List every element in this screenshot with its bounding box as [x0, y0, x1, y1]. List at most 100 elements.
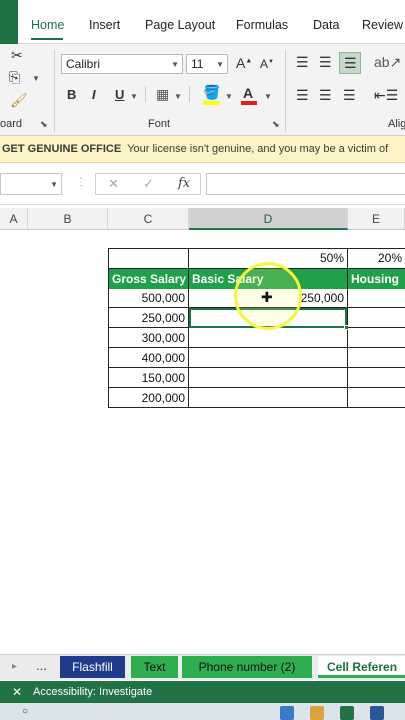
chevron-down-icon[interactable]: ▼	[171, 60, 179, 69]
formula-buttons: ✕ ✓ fx	[95, 173, 201, 195]
gross-salary-cell[interactable]: 400,000	[109, 348, 188, 368]
column-header-d[interactable]: D	[189, 208, 348, 230]
divider	[145, 86, 146, 102]
font-group-label: Font	[148, 118, 171, 130]
accessibility-status[interactable]: Accessibility: Investigate	[33, 681, 152, 703]
sheet-tab-text[interactable]: Text	[131, 656, 178, 678]
enter-icon[interactable]: ✓	[143, 176, 154, 192]
sheet-tab-phone-number[interactable]: Phone number (2)	[182, 656, 312, 678]
underline-dropdown-icon[interactable]: ▼	[130, 92, 138, 101]
align-bottom-icon: ☰	[344, 55, 357, 71]
fill-color-swatch	[203, 101, 219, 105]
cell-cursor-icon: ✚	[261, 289, 273, 305]
align-bottom-button[interactable]: ☰	[339, 52, 361, 74]
orientation-icon[interactable]: ab↗	[374, 55, 401, 69]
align-center-icon[interactable]: ☰	[319, 88, 332, 102]
alignment-group-label: Alig	[388, 118, 405, 130]
header-housing[interactable]: Housing	[348, 269, 405, 289]
decrease-indent-icon[interactable]: ⇤☰	[374, 88, 398, 102]
font-size-box[interactable]: 11 ▼	[186, 54, 228, 74]
gross-salary-cell[interactable]: 500,000	[109, 288, 188, 308]
column-header-e[interactable]: E	[348, 208, 405, 230]
increase-font-label: A	[236, 55, 246, 71]
message-text: Your license isn't genuine, and you may …	[127, 143, 389, 155]
group-separator	[54, 50, 55, 132]
font-color-dropdown-icon[interactable]: ▼	[264, 92, 272, 101]
taskbar-app-icon[interactable]	[370, 706, 384, 720]
tab-review[interactable]: Review	[362, 18, 403, 32]
column-header-b[interactable]: B	[28, 208, 108, 230]
basic-salary-cell[interactable]	[189, 348, 347, 368]
format-painter-icon[interactable]: 🖌	[10, 93, 28, 107]
font-color-swatch	[241, 101, 257, 105]
more-sheets-button[interactable]: ...	[36, 658, 47, 673]
font-size-value: 11	[191, 57, 204, 71]
basic-salary-cell[interactable]	[189, 368, 347, 388]
chevron-down-icon[interactable]: ▼	[216, 60, 224, 69]
tab-home[interactable]: Home	[31, 18, 64, 32]
license-message-bar: GET GENUINE OFFICE Your license isn't gen…	[0, 136, 405, 163]
gross-salary-cell[interactable]: 150,000	[109, 368, 188, 388]
group-separator	[285, 50, 286, 132]
font-name-box[interactable]: Calibri ▼	[61, 54, 183, 74]
scroll-tabs-icon[interactable]: ▸	[12, 661, 17, 672]
gross-salary-cell[interactable]: 300,000	[109, 328, 188, 348]
accessibility-icon[interactable]: ✕	[12, 681, 22, 703]
align-left-icon[interactable]: ☰	[296, 88, 309, 102]
increase-font-size-button[interactable]: A▲	[236, 55, 252, 71]
column-header-a[interactable]: A	[0, 208, 28, 230]
align-right-icon[interactable]: ☰	[343, 88, 356, 102]
align-top-icon[interactable]: ☰	[296, 55, 309, 69]
gross-salary-cell[interactable]: 250,000	[109, 308, 188, 328]
font-launcher-icon[interactable]: ⬊	[272, 119, 280, 130]
fill-color-dropdown-icon[interactable]: ▼	[225, 92, 233, 101]
chevron-down-icon[interactable]: ▼	[50, 180, 58, 189]
divider	[189, 86, 190, 102]
decrease-font-label: A	[260, 57, 269, 71]
copy-dropdown-icon[interactable]: ▼	[32, 74, 40, 83]
windows-taskbar: ○	[0, 703, 405, 720]
message-title: GET GENUINE OFFICE	[2, 143, 122, 155]
borders-icon[interactable]: ▦	[156, 87, 169, 101]
header-gross-salary[interactable]: Gross Salary	[109, 269, 188, 289]
formula-bar: ▼ ⋮ ✕ ✓ fx	[0, 163, 405, 205]
name-box[interactable]: ▼	[0, 173, 62, 195]
bold-button[interactable]: B	[67, 88, 76, 101]
status-bar: ✕ Accessibility: Investigate	[0, 681, 405, 703]
taskbar-excel-icon[interactable]	[340, 706, 354, 720]
more-dots-icon: ⋮	[76, 177, 86, 188]
formula-input[interactable]	[206, 173, 405, 195]
tab-formulas[interactable]: Formulas	[236, 18, 288, 32]
taskbar-app-icon[interactable]	[280, 706, 294, 720]
borders-dropdown-icon[interactable]: ▼	[174, 92, 182, 101]
font-color-button[interactable]: A	[243, 86, 253, 100]
cut-icon[interactable]: ✂	[11, 48, 23, 62]
basic-salary-cell[interactable]	[189, 328, 347, 348]
search-icon[interactable]: ○	[22, 706, 28, 717]
underline-button[interactable]: U	[115, 88, 124, 101]
ribbon-tabs: Home Insert Page Layout Formulas Data Re…	[0, 0, 405, 44]
sheet-tab-cell-reference[interactable]: Cell Referen	[318, 656, 405, 678]
tab-insert[interactable]: Insert	[89, 18, 120, 32]
gross-salary-cell[interactable]: 200,000	[109, 388, 188, 408]
clipboard-launcher-icon[interactable]: ⬊	[40, 119, 48, 130]
percent-housing[interactable]: 20%	[348, 248, 405, 268]
insert-function-icon[interactable]: fx	[178, 176, 190, 191]
taskbar-app-icon[interactable]	[310, 706, 324, 720]
tab-page-layout[interactable]: Page Layout	[145, 18, 215, 32]
housing-column-cells[interactable]	[348, 288, 405, 388]
active-tab-indicator	[31, 38, 63, 40]
clipboard-group-label: oard	[0, 118, 23, 130]
file-tab[interactable]	[0, 0, 18, 44]
tab-data[interactable]: Data	[313, 18, 339, 32]
fill-color-icon[interactable]: 🪣	[203, 85, 220, 99]
font-name-value: Calibri	[66, 57, 101, 71]
column-header-c[interactable]: C	[108, 208, 189, 230]
copy-icon[interactable]: ⎘	[9, 70, 20, 84]
cancel-icon[interactable]: ✕	[108, 176, 119, 192]
decrease-font-size-button[interactable]: A▼	[260, 57, 274, 71]
align-middle-icon[interactable]: ☰	[319, 55, 332, 69]
sheet-tab-flashfill[interactable]: Flashfill	[60, 656, 125, 678]
italic-button[interactable]: I	[92, 88, 96, 101]
excel-window: Home Insert Page Layout Formulas Data Re…	[0, 0, 405, 720]
